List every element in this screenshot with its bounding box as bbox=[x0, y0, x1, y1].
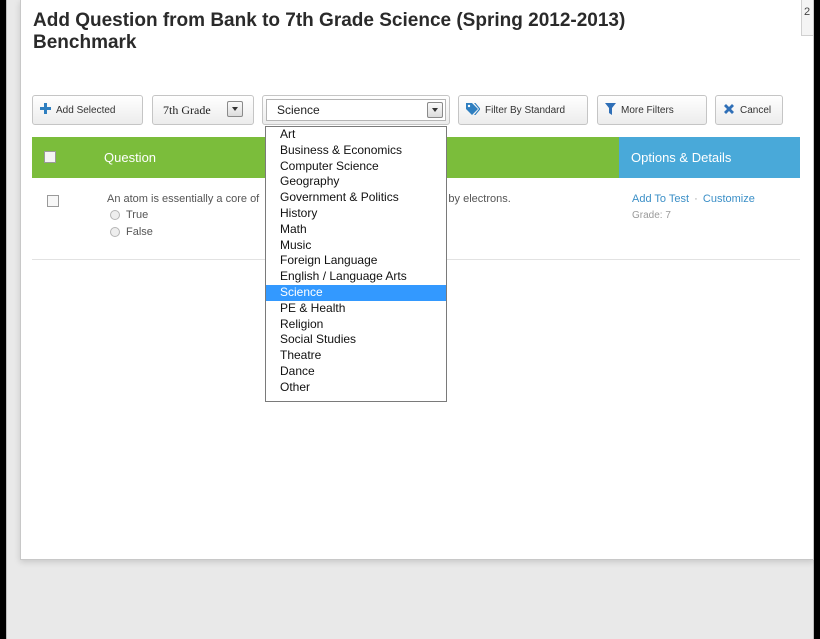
dialog-title-line1: Add Question from Bank to 7th Grade Scie… bbox=[33, 10, 626, 31]
subject-option-science[interactable]: Science bbox=[266, 284, 446, 301]
action-separator: · bbox=[694, 193, 698, 205]
tag-icon bbox=[466, 102, 481, 118]
subject-option-math[interactable]: Math bbox=[266, 222, 446, 238]
subject-option-business-economics[interactable]: Business & Economics bbox=[266, 143, 446, 159]
answer-option-true[interactable]: True bbox=[110, 209, 148, 221]
close-icon bbox=[723, 103, 735, 118]
answer-option-label: True bbox=[126, 209, 149, 221]
question-text-start: An atom is essentially a core of bbox=[107, 193, 260, 205]
subject-option-art[interactable]: Art bbox=[266, 127, 446, 143]
more-filters-button[interactable]: More Filters bbox=[597, 95, 707, 125]
subject-select-wrapper: Science bbox=[262, 95, 450, 125]
question-column-label: Question bbox=[104, 150, 157, 165]
subject-option-geography[interactable]: Geography bbox=[266, 174, 446, 190]
dialog-title: Add Question from Bank to 7th Grade Scie… bbox=[33, 10, 753, 54]
subject-option-religion[interactable]: Religion bbox=[266, 317, 446, 333]
subject-select[interactable]: Science bbox=[266, 99, 446, 121]
subject-option-government-politics[interactable]: Government & Politics bbox=[266, 190, 446, 206]
subject-select-value: Science bbox=[277, 103, 320, 117]
filter-by-standard-button[interactable]: Filter By Standard bbox=[458, 95, 588, 125]
subject-option-social-studies[interactable]: Social Studies bbox=[266, 332, 446, 348]
answer-option-false[interactable]: False bbox=[110, 226, 153, 238]
app-frame: 2 Add Question from Bank to 7th Grade Sc… bbox=[6, 0, 814, 639]
subject-option-other[interactable]: Other bbox=[266, 380, 446, 396]
question-actions: Add To Test · Customize bbox=[632, 193, 755, 205]
more-filters-label: More Filters bbox=[621, 104, 674, 116]
funnel-icon bbox=[605, 102, 616, 118]
subject-dropdown-list[interactable]: Art Business & Economics Computer Scienc… bbox=[265, 126, 447, 402]
dialog-title-line2: Benchmark bbox=[33, 32, 137, 53]
select-all-checkbox[interactable] bbox=[44, 151, 56, 163]
radio-false[interactable] bbox=[110, 227, 120, 237]
subject-option-dance[interactable]: Dance bbox=[266, 364, 446, 380]
subject-option-pe-health[interactable]: PE & Health bbox=[266, 301, 446, 317]
subject-option-theatre[interactable]: Theatre bbox=[266, 348, 446, 364]
add-to-test-link[interactable]: Add To Test bbox=[632, 193, 689, 205]
grade-select[interactable]: 7th Grade bbox=[153, 99, 253, 121]
cancel-label: Cancel bbox=[740, 104, 772, 116]
radio-true[interactable] bbox=[110, 210, 120, 220]
question-text-end: d by electrons. bbox=[439, 193, 511, 205]
add-selected-label: Add Selected bbox=[56, 104, 116, 116]
options-column-header: Options & Details bbox=[619, 137, 800, 178]
answer-option-label: False bbox=[126, 226, 153, 238]
grade-select-value: 7th Grade bbox=[163, 102, 211, 117]
add-selected-button[interactable]: Add Selected bbox=[32, 95, 143, 125]
page-number: 2 bbox=[801, 0, 813, 36]
chevron-down-icon[interactable] bbox=[427, 102, 443, 118]
question-checkbox[interactable] bbox=[47, 195, 59, 207]
filter-by-standard-label: Filter By Standard bbox=[485, 104, 566, 116]
grade-select-wrapper: 7th Grade bbox=[152, 95, 254, 125]
subject-option-history[interactable]: History bbox=[266, 206, 446, 222]
subject-option-english-language-arts[interactable]: English / Language Arts bbox=[266, 269, 446, 285]
plus-icon bbox=[40, 103, 51, 117]
subject-option-music[interactable]: Music bbox=[266, 238, 446, 254]
chevron-down-icon[interactable] bbox=[227, 101, 243, 117]
grade-label: Grade: 7 bbox=[632, 210, 671, 221]
subject-option-foreign-language[interactable]: Foreign Language bbox=[266, 253, 446, 269]
cancel-button[interactable]: Cancel bbox=[715, 95, 783, 125]
subject-option-computer-science[interactable]: Computer Science bbox=[266, 159, 446, 175]
customize-link[interactable]: Customize bbox=[703, 193, 755, 205]
